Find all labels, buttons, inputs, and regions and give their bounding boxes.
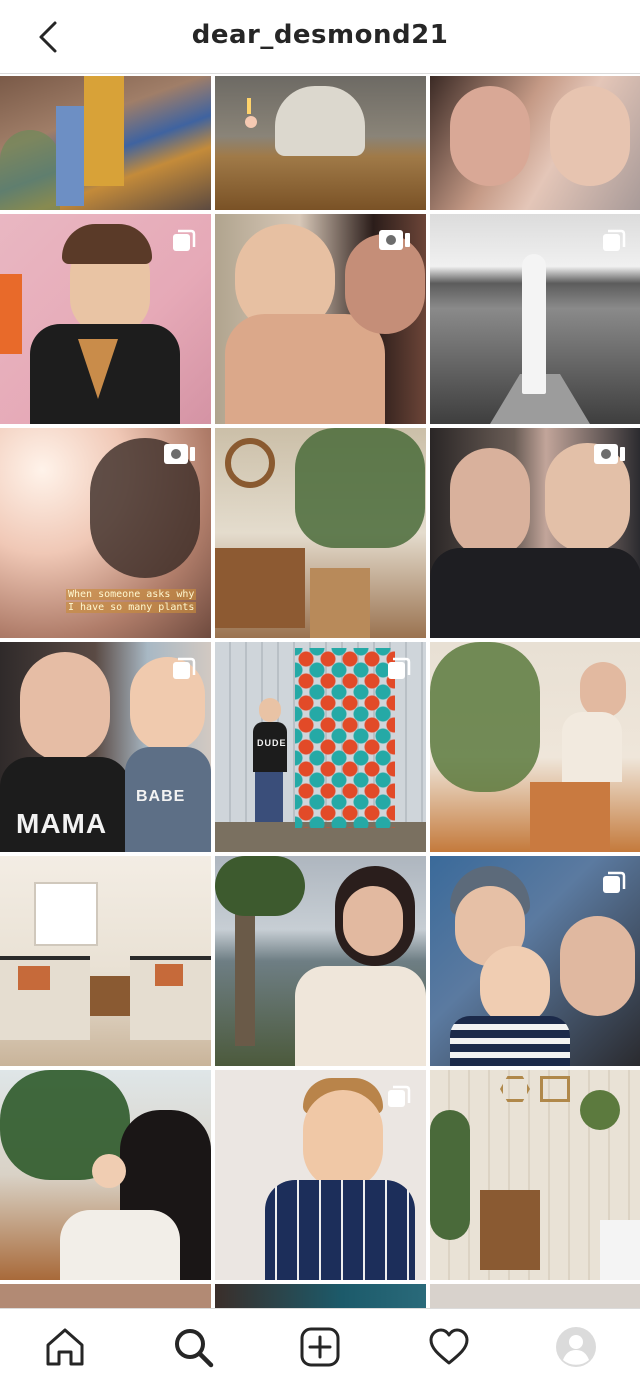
mama-shirt-text: MAMA (16, 808, 108, 839)
carousel-icon (173, 229, 196, 251)
nav-profile[interactable] (554, 1325, 598, 1369)
heart-icon (429, 1328, 469, 1365)
post-thumbnail[interactable] (215, 1284, 426, 1308)
home-icon (46, 1328, 84, 1366)
avatar-icon (556, 1327, 596, 1367)
post-thumbnail[interactable] (0, 1284, 211, 1308)
video-icon (594, 444, 625, 464)
carousel-icon (173, 657, 196, 679)
post-thumbnail[interactable] (215, 1070, 426, 1280)
post-thumbnail[interactable] (0, 1070, 211, 1280)
post-thumbnail[interactable] (430, 856, 640, 1066)
post-thumbnail[interactable]: When someone asks why I have so many pla… (0, 428, 211, 638)
post-thumbnail[interactable] (430, 214, 640, 424)
posts-grid: When someone asks why I have so many pla… (0, 76, 640, 1308)
nav-activity[interactable] (427, 1325, 471, 1369)
post-thumbnail[interactable]: DUDE (215, 642, 426, 852)
nav-search[interactable] (171, 1325, 215, 1369)
post-thumbnail[interactable] (215, 214, 426, 424)
carousel-icon (603, 229, 626, 251)
carousel-icon (388, 1085, 411, 1107)
video-icon (164, 444, 195, 464)
post-thumbnail[interactable] (215, 856, 426, 1066)
post-thumbnail[interactable] (0, 856, 211, 1066)
nav-home[interactable] (43, 1325, 87, 1369)
post-thumbnail[interactable] (430, 642, 640, 852)
bottom-navigation (0, 1308, 640, 1386)
dude-shirt-text: DUDE (257, 738, 287, 748)
video-icon (379, 230, 410, 250)
carousel-icon (388, 657, 411, 679)
post-thumbnail[interactable] (215, 76, 426, 210)
profile-username-title: dear_desmond21 (191, 20, 449, 50)
post-thumbnail[interactable] (0, 76, 211, 210)
post-thumbnail[interactable] (0, 214, 211, 424)
nav-new-post[interactable] (298, 1325, 342, 1369)
post-thumbnail[interactable] (215, 428, 426, 638)
babe-shirt-text: BABE (136, 788, 186, 805)
top-bar: dear_desmond21 (0, 0, 640, 74)
post-thumbnail[interactable] (430, 76, 640, 210)
post-caption-overlay: When someone asks why I have so many pla… (66, 589, 197, 613)
post-thumbnail[interactable] (430, 428, 640, 638)
post-thumbnail[interactable] (430, 1070, 640, 1280)
post-thumbnail[interactable] (430, 1284, 640, 1308)
carousel-icon (603, 871, 626, 893)
plus-square-icon (300, 1327, 340, 1367)
post-thumbnail[interactable]: MAMA BABE (0, 642, 211, 852)
search-icon (175, 1329, 214, 1368)
